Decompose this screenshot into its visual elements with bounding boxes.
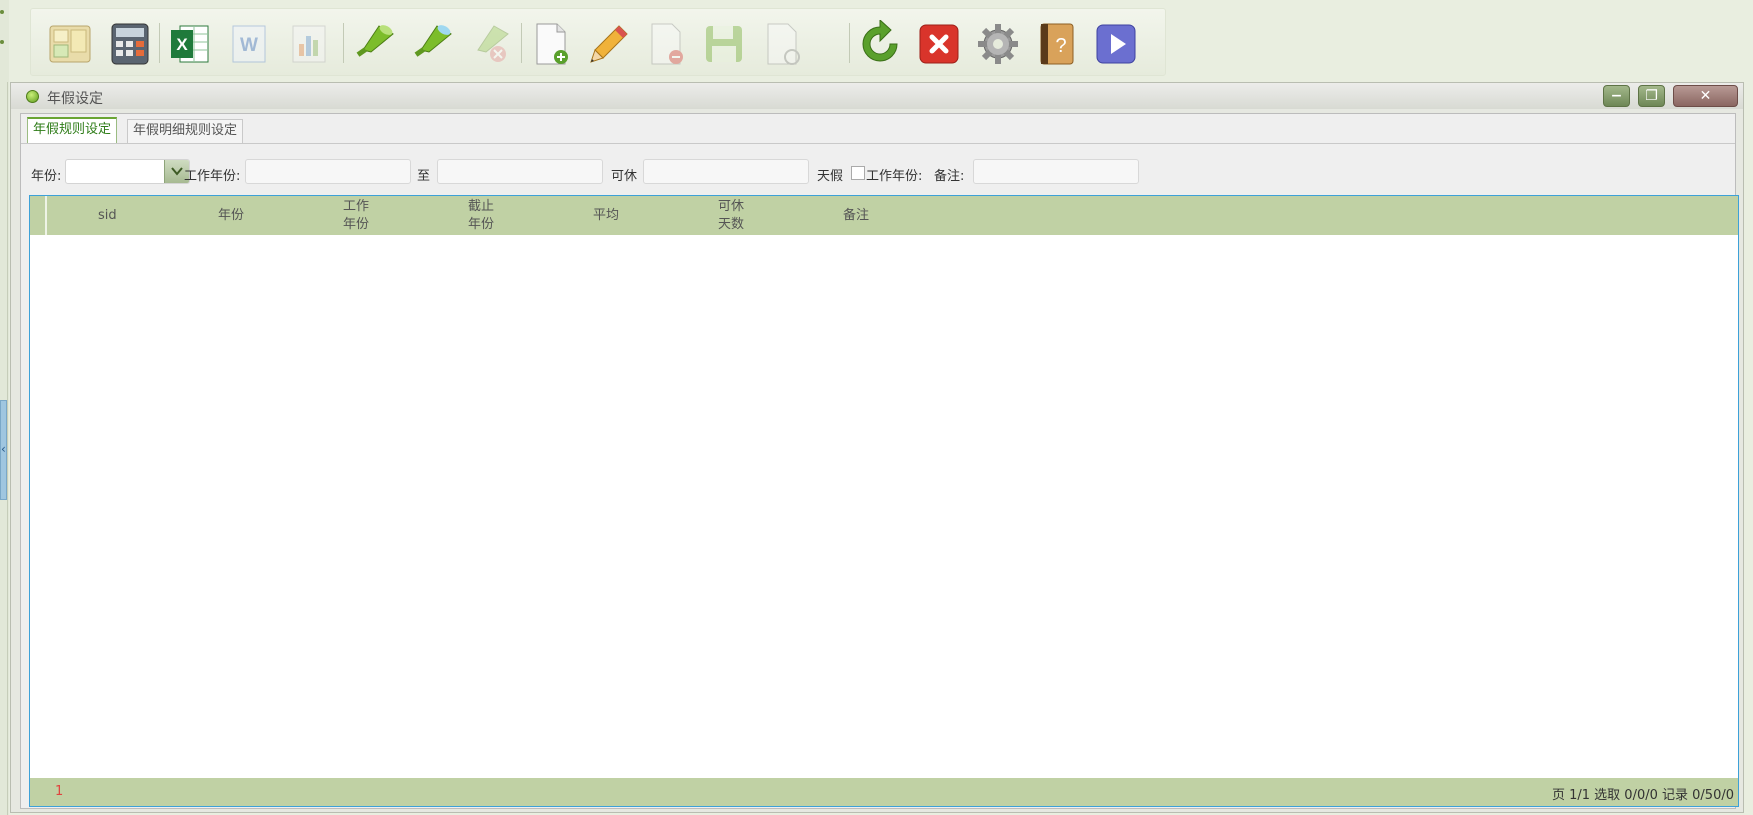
export-excel-button[interactable]: X [166,20,214,68]
edit-record-button[interactable] [585,20,633,68]
grid-row-marker [45,196,47,235]
edge-line [7,82,8,815]
chart-icon [292,25,326,63]
rest-days-input[interactable] [643,159,809,184]
close-red-icon [919,24,959,64]
tab-annual-leave-rules[interactable]: 年假规则设定 [27,117,118,144]
clear-filter-button[interactable] [464,20,512,68]
tab-divider [21,143,1735,144]
save-button[interactable] [700,20,748,68]
delete-record-button[interactable] [642,20,690,68]
rest-label: 可休 [611,169,638,184]
remark-input[interactable] [973,159,1139,184]
notes-button[interactable] [46,20,94,68]
filter-button[interactable] [349,20,397,68]
window-title: 年假设定 [47,91,103,107]
chart-button[interactable] [285,20,333,68]
close-button[interactable] [915,20,963,68]
save-icon [706,26,742,62]
work-years-check-label: 工作年份: [866,169,923,184]
filter-bar: 年份: 工作年份: 至 可休 天假 工作年份: 备注: [31,158,1711,186]
clear-filter-icon [477,25,509,62]
delete-document-icon [651,23,683,65]
year-label: 年份: [31,169,62,184]
annual-leave-grid: sid 年份 工作 年份 截止 年份 平均 可休 天数 备注 1 页 1/1 选… [29,195,1739,807]
column-header-sid[interactable]: sid [98,196,117,235]
help-book-icon: ? [1040,23,1074,65]
minimize-button[interactable]: − [1603,85,1630,107]
edge-dot [0,40,4,44]
calculator-icon [111,23,149,65]
notes-icon [49,25,91,63]
refresh-button[interactable] [856,20,904,68]
grid-header: sid 年份 工作 年份 截止 年份 平均 可休 天数 备注 [30,196,1738,235]
annual-leave-window: 年假设定 − ❐ ✕ 年假规则设定 年假明细规则设定 年份: 工作年份: 至 可… [10,82,1744,813]
run-button[interactable] [1092,20,1140,68]
tab-annual-leave-detail-rules[interactable]: 年假明细规则设定 [127,119,244,143]
restore-button[interactable]: ❐ [1638,85,1665,107]
toolbar-separator [521,23,522,63]
svg-text:?: ? [1055,35,1066,57]
minimize-icon: − [1610,88,1623,104]
calculator-button[interactable] [106,20,154,68]
export-word-button[interactable]: W [225,20,273,68]
restore-window-icon: ❐ [1645,88,1658,104]
work-years-to-input[interactable] [437,159,603,184]
window-content: 年假规则设定 年假明细规则设定 年份: 工作年份: 至 可休 天假 工作年份: … [20,113,1739,809]
restore-document-icon [767,23,800,65]
left-splitter: ‹ [0,0,9,815]
play-icon [1096,24,1136,64]
filter-icon [356,25,394,57]
work-years-from-input[interactable] [245,159,411,184]
excel-export-icon: X [171,25,209,63]
to-label: 至 [417,169,431,184]
column-header-year[interactable]: 年份 [218,196,244,235]
column-header-end-years[interactable]: 截止 年份 [468,196,494,235]
add-record-button[interactable] [527,20,575,68]
advanced-filter-icon [414,25,452,57]
svg-text:W: W [240,35,258,56]
toolbar-separator [343,23,344,63]
column-header-rest-days[interactable]: 可休 天数 [718,196,744,235]
advanced-filter-button[interactable] [407,20,455,68]
toolbar-separator [849,23,850,63]
close-icon: ✕ [1699,88,1712,104]
word-export-icon: W [232,25,266,63]
window-close-button[interactable]: ✕ [1673,85,1738,107]
days-off-label: 天假 [817,169,844,184]
settings-gear-icon [978,24,1018,64]
remark-label: 备注: [934,169,965,184]
column-header-average[interactable]: 平均 [593,196,619,235]
add-document-icon [536,23,568,65]
edit-pencil-icon [590,25,628,63]
status-dot-icon [26,90,39,103]
column-header-remark[interactable]: 备注 [843,196,869,235]
chevron-left-icon: ‹ [1,442,6,456]
collapse-panel-handle[interactable]: ‹ [0,400,7,500]
settings-button[interactable] [974,20,1022,68]
page-number-link[interactable]: 1 [55,784,63,799]
toolbar-separator [159,23,160,63]
refresh-icon [862,20,898,62]
main-toolbar: X W ? [30,8,1166,76]
svg-text:X: X [176,35,188,54]
column-header-work-years[interactable]: 工作 年份 [343,196,369,235]
restore-record-button[interactable] [758,20,806,68]
year-select[interactable] [65,159,190,184]
help-button[interactable]: ? [1033,20,1081,68]
work-years-checkbox[interactable] [851,166,865,180]
pager-status: 页 1/1 选取 0/0/0 记录 0/50/0 [1551,788,1734,803]
grid-footer: 1 页 1/1 选取 0/0/0 记录 0/50/0 [30,778,1738,806]
edge-dot [0,10,4,14]
work-years-label: 工作年份: [184,169,241,184]
window-titlebar[interactable]: 年假设定 − ❐ ✕ [11,83,1743,109]
